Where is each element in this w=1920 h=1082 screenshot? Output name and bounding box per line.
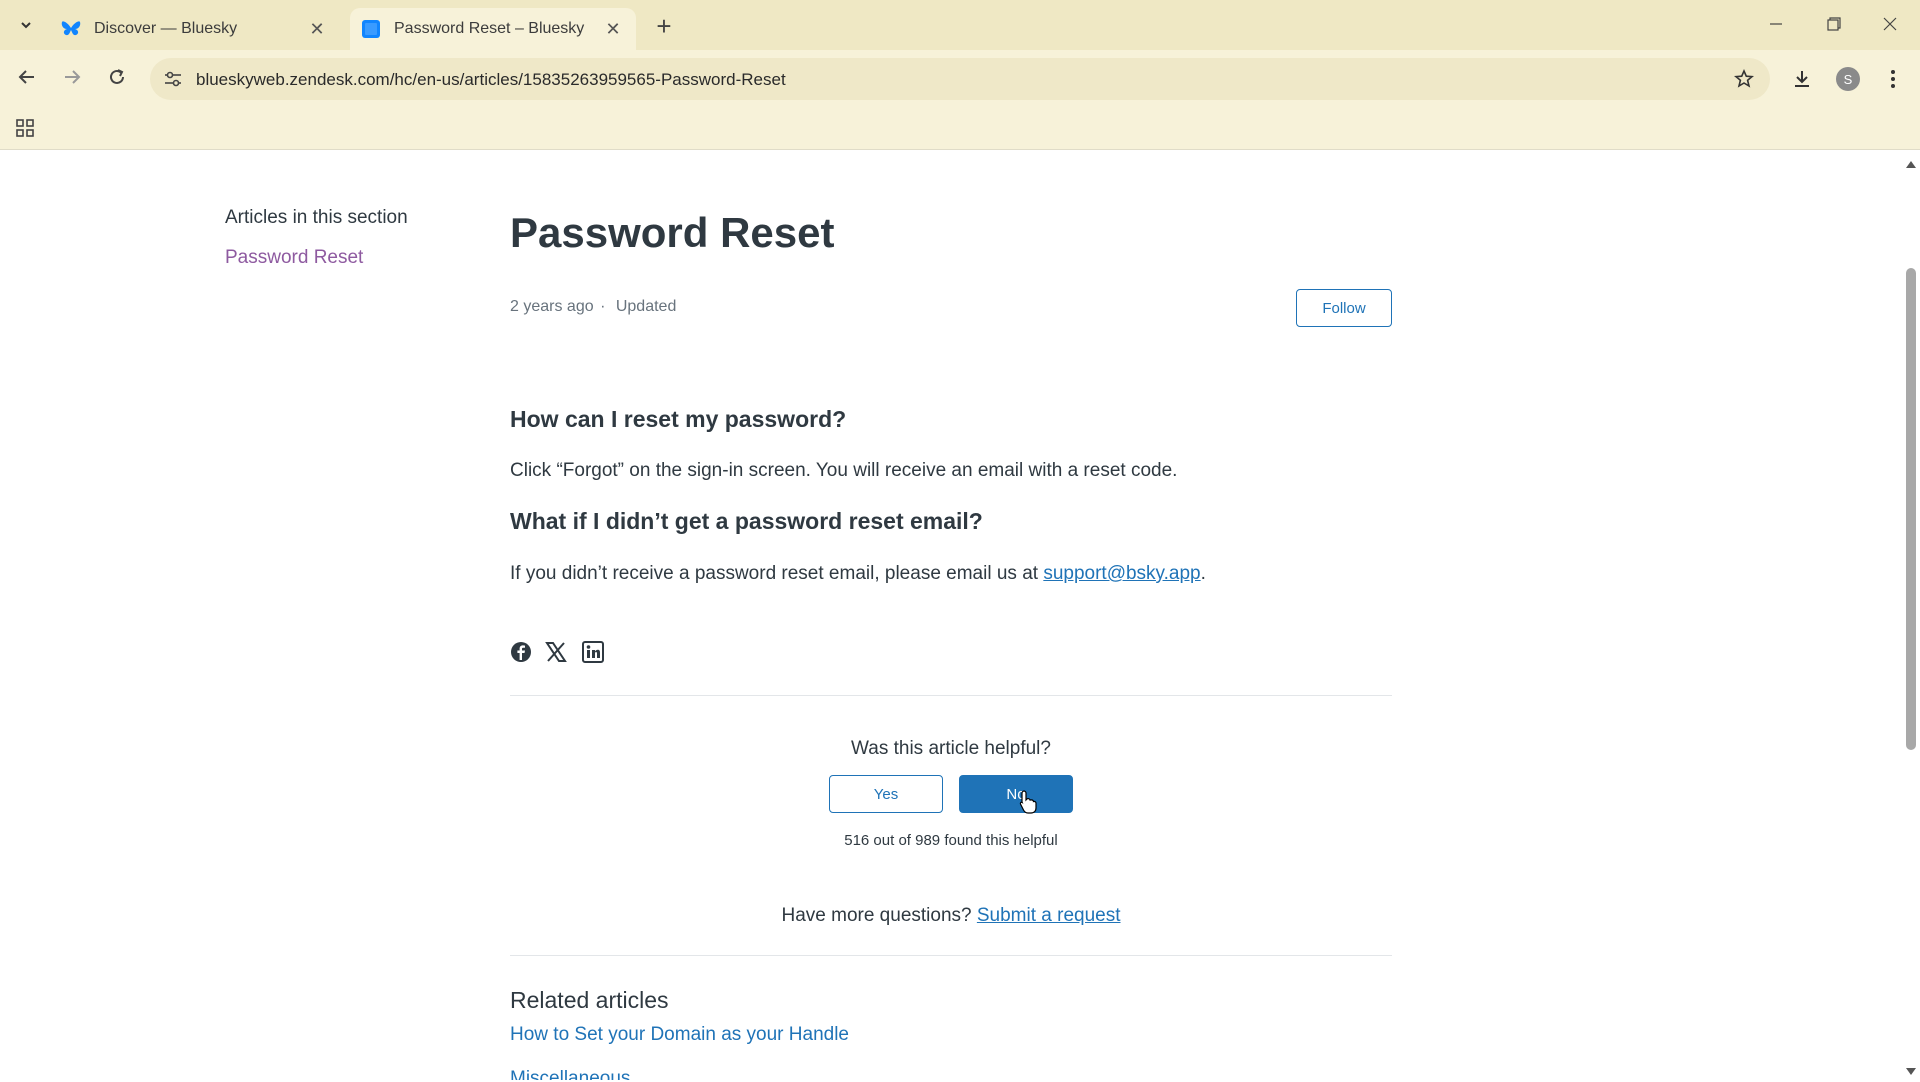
mouse-cursor-icon	[1018, 790, 1038, 814]
vote-no-button[interactable]: No	[959, 775, 1073, 813]
bookmark-star-icon[interactable]	[1732, 67, 1756, 91]
body-text: If you didn’t receive a password reset e…	[510, 563, 1044, 584]
divider	[510, 695, 1392, 696]
page-title: Password Reset	[510, 209, 835, 256]
x-twitter-icon[interactable]	[543, 639, 569, 665]
tab-discover-bluesky[interactable]: Discover — Bluesky ✕	[50, 8, 340, 50]
back-button[interactable]	[10, 60, 44, 94]
vote-yes-button[interactable]: Yes	[829, 775, 943, 813]
related-article-link[interactable]: Miscellaneous	[510, 1068, 630, 1080]
site-settings-icon[interactable]	[162, 68, 184, 90]
meta-separator: ·	[600, 298, 606, 315]
new-tab-button[interactable]: +	[650, 11, 678, 41]
apps-grid-icon[interactable]	[12, 115, 38, 141]
helpful-question: Was this article helpful?	[851, 738, 1051, 759]
sidebar-item-password-reset[interactable]: Password Reset	[225, 247, 363, 269]
address-bar[interactable]: blueskyweb.zendesk.com/hc/en-us/articles…	[150, 58, 1770, 100]
more-questions: Have more questions? Submit a request	[0, 905, 1902, 927]
close-icon[interactable]: ✕	[306, 18, 328, 40]
bluesky-butterfly-icon	[60, 18, 82, 40]
follow-button[interactable]: Follow	[1296, 289, 1392, 327]
section-heading: How can I reset my password?	[510, 406, 847, 432]
support-email-link[interactable]: support@bsky.app	[1043, 563, 1200, 584]
close-icon[interactable]: ✕	[602, 18, 624, 40]
helpful-count: 516 out of 989 found this helpful	[844, 832, 1058, 849]
url-text[interactable]: blueskyweb.zendesk.com/hc/en-us/articles…	[196, 70, 786, 90]
linkedin-icon[interactable]	[580, 639, 606, 665]
scroll-down-arrow-icon[interactable]	[1905, 1064, 1917, 1075]
sidebar-title: Articles in this section	[225, 207, 408, 228]
arrow-right-icon	[65, 70, 81, 84]
related-article-link[interactable]: How to Set your Domain as your Handle	[510, 1024, 849, 1046]
divider	[510, 955, 1392, 956]
profile-avatar[interactable]: S	[1831, 62, 1865, 96]
minimize-icon[interactable]	[1752, 6, 1800, 42]
close-window-icon[interactable]	[1866, 6, 1914, 42]
more-questions-text: Have more questions?	[781, 905, 977, 926]
restore-icon[interactable]	[1810, 6, 1858, 42]
article-meta: 2 years ago · Updated	[510, 298, 676, 316]
bookmarks-bar	[0, 108, 1920, 150]
section-heading: What if I didn’t get a password reset em…	[510, 508, 983, 534]
section-body: Click “Forgot” on the sign-in screen. Yo…	[510, 460, 1178, 481]
facebook-icon[interactable]	[508, 639, 534, 665]
tab-title: Discover — Bluesky	[94, 20, 238, 37]
scroll-up-arrow-icon[interactable]	[1905, 156, 1917, 168]
chevron-down-icon	[21, 22, 31, 29]
section-body: If you didn’t receive a password reset e…	[510, 563, 1206, 585]
reload-icon	[110, 69, 124, 84]
body-text: .	[1200, 563, 1206, 584]
submit-request-link[interactable]: Submit a request	[977, 905, 1121, 926]
scrollbar-thumb[interactable]	[1906, 268, 1916, 750]
related-articles-title: Related articles	[510, 987, 669, 1013]
download-icon[interactable]	[1785, 62, 1819, 96]
tab-password-reset[interactable]: Password Reset – Bluesky ✕	[350, 8, 636, 50]
zendesk-page-icon	[360, 18, 382, 40]
page-content: Articles in this section Password Reset …	[0, 151, 1902, 1080]
meta-time: 2 years ago	[510, 298, 594, 315]
forward-button[interactable]	[55, 60, 89, 94]
meta-updated: Updated	[615, 298, 677, 315]
more-menu-icon[interactable]	[1876, 62, 1910, 96]
tab-title: Password Reset – Bluesky	[394, 20, 585, 37]
arrow-left-icon	[18, 70, 34, 84]
tab-search-button[interactable]	[12, 12, 40, 38]
reload-button[interactable]	[100, 60, 134, 94]
